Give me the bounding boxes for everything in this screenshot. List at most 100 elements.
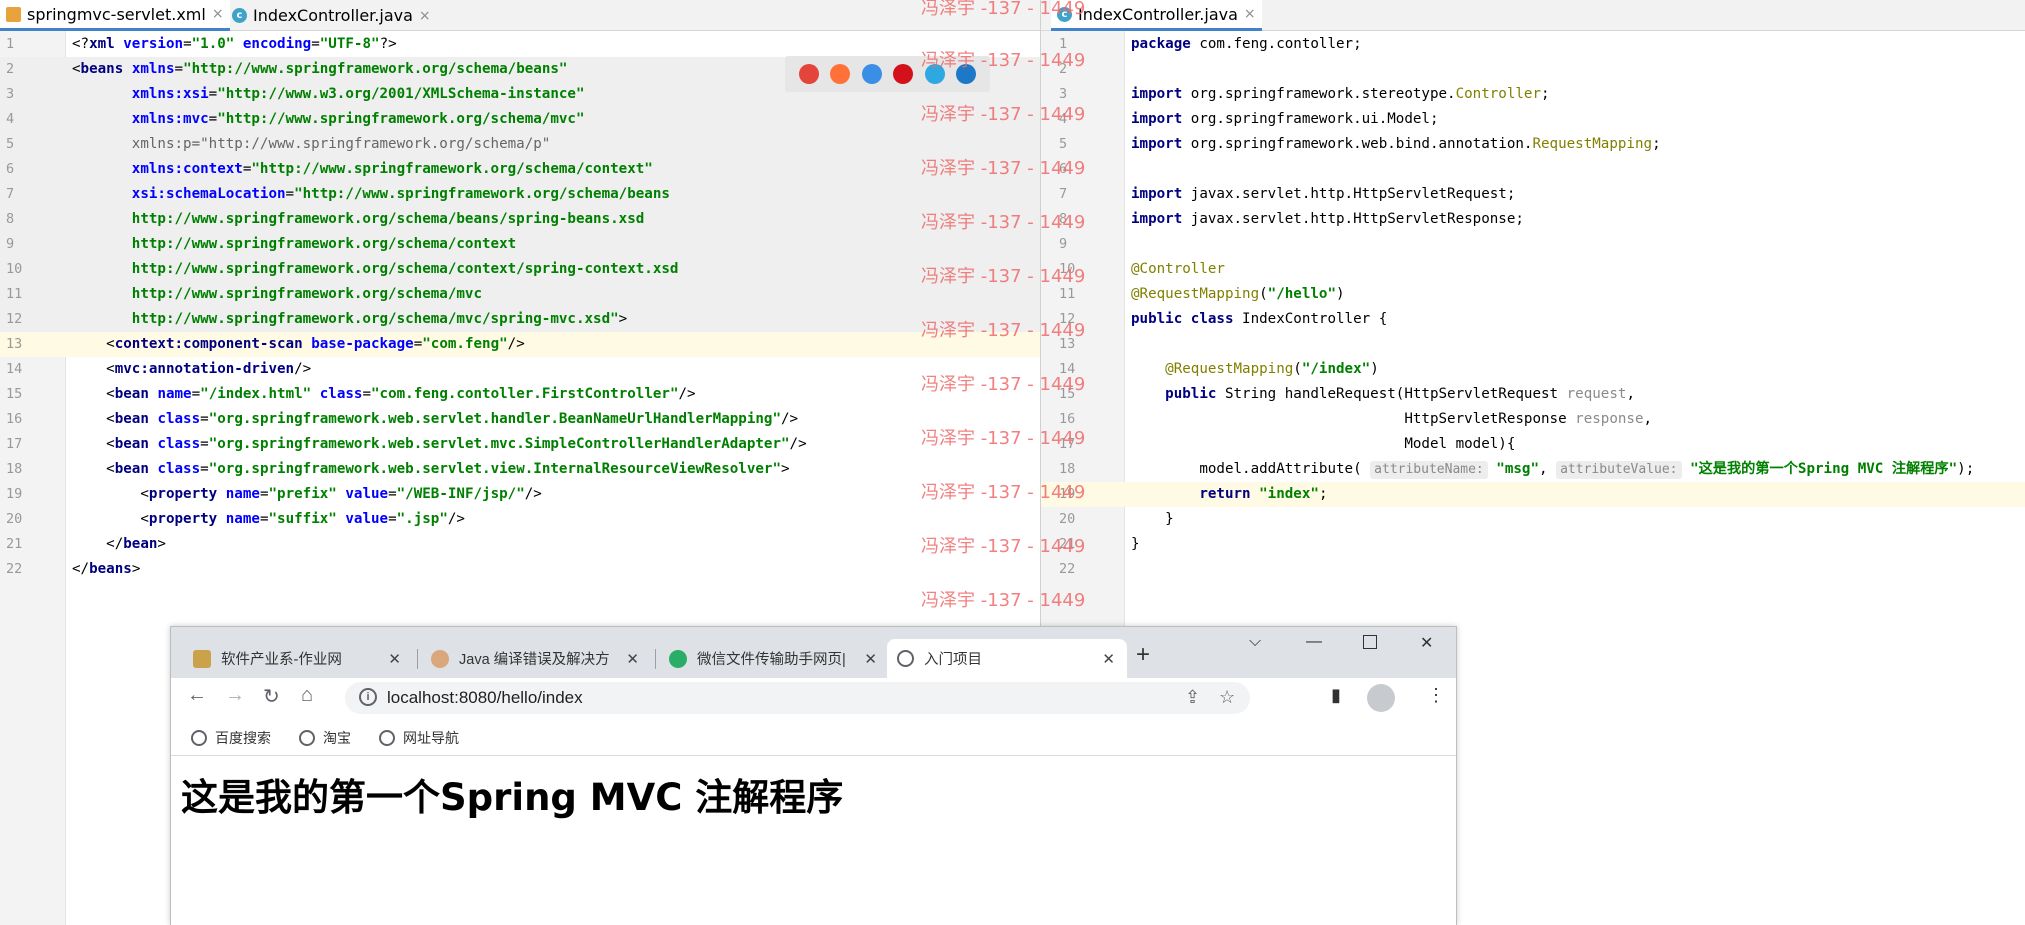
forward-icon[interactable]: → bbox=[225, 684, 245, 707]
line-number: 7 bbox=[6, 186, 15, 202]
close-icon[interactable]: × bbox=[419, 8, 431, 24]
close-icon[interactable]: ✕ bbox=[626, 650, 639, 668]
watermark: 冯泽宇 -137 - 1449 bbox=[921, 536, 1086, 557]
globe-icon bbox=[897, 650, 914, 667]
maximize-icon[interactable] bbox=[1363, 635, 1377, 649]
close-icon[interactable]: ✕ bbox=[388, 650, 401, 668]
browser-tab-title: 软件产业系-作业网 bbox=[221, 652, 342, 668]
globe-icon bbox=[191, 730, 207, 746]
watermark: 冯泽宇 -137 - 1449 bbox=[921, 50, 1086, 71]
line-number: 3 bbox=[6, 86, 15, 102]
line-number: 17 bbox=[6, 436, 23, 452]
browser-tab-active[interactable]: 入门项目 ✕ bbox=[887, 639, 1127, 678]
globe-icon bbox=[379, 730, 395, 746]
java-class-icon: c bbox=[232, 8, 247, 23]
bookmark-star-icon[interactable]: ☆ bbox=[1219, 687, 1235, 708]
browser-tab-title: 微信文件传输助手网页| bbox=[697, 652, 846, 668]
browser-window: 软件产业系-作业网 ✕ Java 编译错误及解决方 ✕ 微信文件传输助手网页| … bbox=[170, 626, 1457, 925]
line-number: 21 bbox=[6, 536, 23, 552]
watermark: 冯泽宇 -137 - 1449 bbox=[921, 320, 1086, 341]
line-number: 20 bbox=[1059, 511, 1076, 527]
watermark: 冯泽宇 -137 - 1449 bbox=[921, 374, 1086, 395]
browser-tabstrip: 软件产业系-作业网 ✕ Java 编译错误及解决方 ✕ 微信文件传输助手网页| … bbox=[171, 627, 1456, 678]
tab-label: IndexController.java bbox=[253, 6, 413, 25]
line-number: 2 bbox=[6, 61, 15, 77]
bookmark-item[interactable]: 百度搜索 bbox=[191, 728, 271, 748]
line-number: 9 bbox=[1059, 236, 1068, 252]
side-panel-icon[interactable]: ▮ bbox=[1331, 685, 1341, 706]
chevron-down-icon[interactable]: ⌵ bbox=[1249, 633, 1261, 651]
profile-avatar[interactable] bbox=[1367, 684, 1395, 712]
minimize-icon[interactable]: — bbox=[1306, 633, 1322, 651]
share-icon[interactable]: ⇪ bbox=[1185, 687, 1200, 708]
line-number: 18 bbox=[6, 461, 23, 477]
tab-label: IndexController.java bbox=[1078, 4, 1238, 24]
wechat-icon bbox=[669, 649, 687, 668]
line-number: 7 bbox=[1059, 186, 1068, 202]
close-icon[interactable]: ✕ bbox=[864, 650, 877, 668]
close-icon[interactable]: × bbox=[212, 6, 224, 22]
site-info-icon[interactable]: i bbox=[359, 688, 377, 706]
bookmark-item[interactable]: 淘宝 bbox=[299, 728, 351, 748]
chrome-icon[interactable] bbox=[798, 64, 819, 84]
browser-tab-title: Java 编译错误及解决方 bbox=[459, 652, 610, 668]
line-number: 15 bbox=[6, 386, 23, 402]
firefox-icon[interactable] bbox=[830, 64, 851, 84]
param-hint: attributeValue: bbox=[1556, 461, 1682, 479]
line-number: 4 bbox=[6, 111, 15, 127]
page-content: 这是我的第一个Spring MVC 注解程序 bbox=[171, 757, 1456, 925]
xml-code-area[interactable]: 1 <?xml version="1.0" encoding="UTF-8"?> … bbox=[0, 32, 1040, 582]
avatar-favicon bbox=[431, 649, 449, 668]
editor-right-tabbar: c IndexController.java × bbox=[1041, 0, 2025, 31]
line-number: 6 bbox=[6, 161, 15, 177]
globe-icon bbox=[299, 730, 315, 746]
line-number: 22 bbox=[6, 561, 23, 577]
site-favicon bbox=[193, 649, 211, 668]
watermark: 冯泽宇 -137 - 1449 bbox=[921, 104, 1086, 125]
page-heading: 这是我的第一个Spring MVC 注解程序 bbox=[181, 776, 844, 819]
watermark: 冯泽宇 -137 - 1449 bbox=[921, 590, 1086, 611]
line-number: 5 bbox=[6, 136, 15, 152]
url-text[interactable]: localhost:8080/hello/index bbox=[387, 688, 583, 708]
bookmark-item[interactable]: 网址导航 bbox=[379, 728, 459, 748]
line-number: 22 bbox=[1059, 561, 1076, 577]
tab-indexcontroller-java[interactable]: c IndexController.java × bbox=[226, 0, 437, 31]
line-number: 12 bbox=[6, 311, 23, 327]
bookmark-label: 百度搜索 bbox=[215, 730, 271, 746]
browser-tab[interactable]: 软件产业系-作业网 ✕ bbox=[183, 639, 413, 678]
line-number: 11 bbox=[6, 286, 23, 302]
close-icon[interactable]: × bbox=[1244, 6, 1256, 22]
line-number: 1 bbox=[6, 36, 15, 52]
tab-springmvc-servlet-xml[interactable]: springmvc-servlet.xml × bbox=[0, 0, 230, 31]
browser-tab-title: 入门项目 bbox=[924, 652, 982, 668]
watermark: 冯泽宇 -137 - 1449 bbox=[921, 212, 1086, 233]
tab-separator bbox=[655, 649, 656, 669]
line-number: 13 bbox=[6, 336, 23, 352]
line-number: 10 bbox=[6, 261, 23, 277]
close-window-icon[interactable]: ✕ bbox=[1420, 633, 1433, 653]
watermark: 冯泽宇 -137 - 1449 bbox=[921, 266, 1086, 287]
bookmarks-bar: 百度搜索 淘宝 网址导航 bbox=[171, 718, 1456, 756]
menu-icon[interactable]: ⋮ bbox=[1427, 685, 1445, 706]
param-hint: attributeName: bbox=[1370, 461, 1488, 479]
browser-toolbar: ← → ↻ ⌂ i localhost:8080/hello/index ⇪ ☆… bbox=[171, 678, 1456, 718]
close-icon[interactable]: ✕ bbox=[1102, 650, 1115, 668]
line-number: 20 bbox=[6, 511, 23, 527]
java-code-area[interactable]: 1 package com.feng.contoller; 2 3 import o… bbox=[1041, 32, 2025, 582]
address-bar[interactable]: i localhost:8080/hello/index ⇪ ☆ bbox=[345, 682, 1250, 714]
line-number: 8 bbox=[6, 211, 15, 227]
line-number: 14 bbox=[6, 361, 23, 377]
browser-tab[interactable]: Java 编译错误及解决方 ✕ bbox=[421, 639, 651, 678]
opera-icon[interactable] bbox=[893, 64, 914, 84]
home-icon[interactable]: ⌂ bbox=[301, 684, 313, 707]
editor-left-tabbar: springmvc-servlet.xml × c IndexControlle… bbox=[0, 0, 1040, 31]
bookmark-label: 网址导航 bbox=[403, 730, 459, 746]
watermark: 冯泽宇 -137 - 1449 bbox=[921, 428, 1086, 449]
watermark: 冯泽宇 -137 - 1449 bbox=[921, 482, 1086, 503]
reload-icon[interactable]: ↻ bbox=[263, 684, 280, 709]
safari-icon[interactable] bbox=[861, 64, 882, 84]
back-icon[interactable]: ← bbox=[187, 684, 207, 707]
browser-tab[interactable]: 微信文件传输助手网页| ✕ bbox=[659, 639, 889, 678]
watermark: 冯泽宇 -137 - 1449 bbox=[921, 0, 1086, 19]
new-tab-icon[interactable]: + bbox=[1136, 641, 1150, 669]
